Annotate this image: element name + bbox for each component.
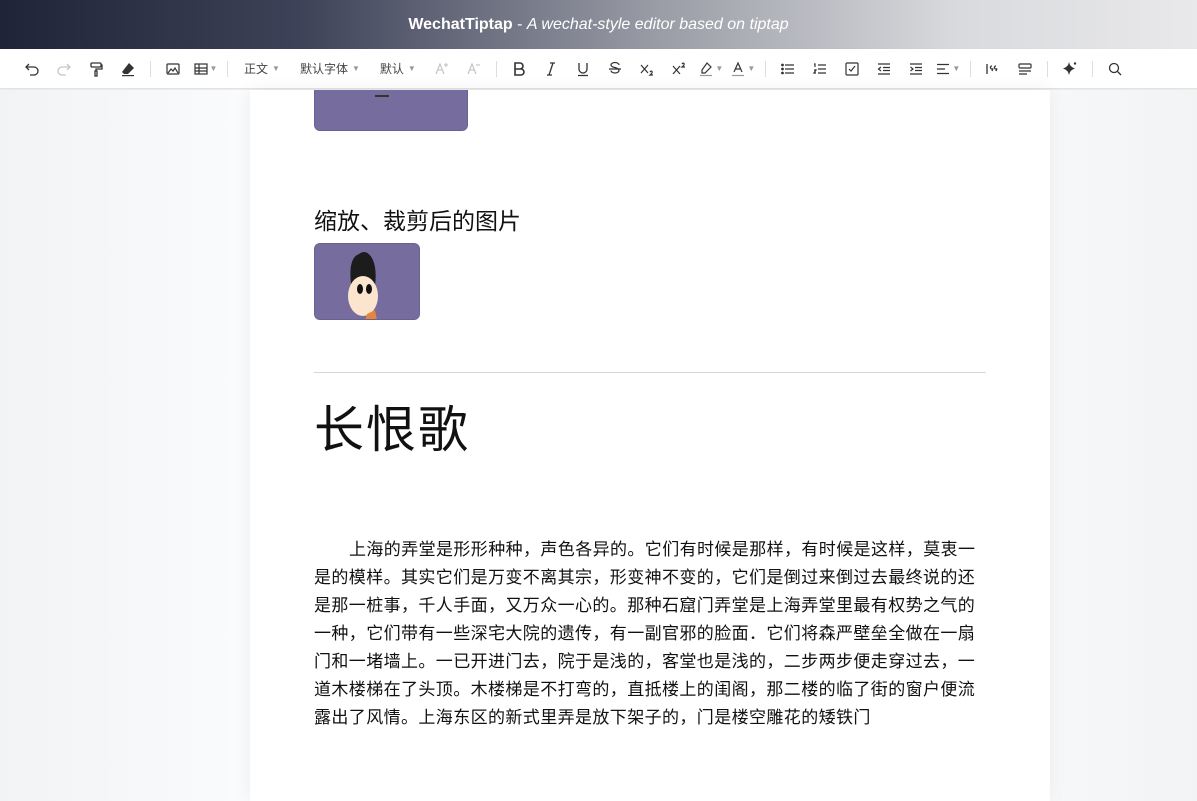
cropped-image[interactable]	[314, 243, 420, 320]
image-detail	[375, 91, 389, 97]
title-bar: WechatTiptap - A wechat-style editor bas…	[0, 0, 1197, 49]
paragraph-style-value: 正文	[244, 62, 269, 76]
blockquote-icon	[986, 63, 998, 74]
bullet-list-button[interactable]	[775, 56, 801, 82]
align-button[interactable]: ▼	[935, 56, 961, 82]
strikethrough-icon	[608, 61, 621, 74]
toolbar-divider	[1091, 60, 1093, 77]
font-size-select[interactable]: 默认 ▼	[376, 56, 420, 82]
ordered-list-button[interactable]	[807, 56, 833, 82]
insert-table-button[interactable]: ▼	[192, 56, 218, 82]
font-family-value: 默认字体	[299, 62, 348, 76]
search-button[interactable]	[1102, 56, 1128, 82]
highlight-icon	[700, 61, 713, 76]
underline-button[interactable]	[570, 56, 596, 82]
font-family-select[interactable]: 默认字体 ▼	[296, 56, 364, 82]
font-size-decrease-button[interactable]	[461, 56, 487, 82]
toolbar-divider	[1046, 60, 1048, 77]
underline-icon	[577, 62, 588, 76]
outdent-icon	[877, 62, 890, 75]
undo-icon	[25, 63, 39, 76]
subscript-icon	[640, 64, 653, 76]
heading-1: 长恨歌	[314, 401, 470, 459]
subscript-button[interactable]	[634, 56, 660, 82]
bullet-list-icon	[780, 63, 794, 74]
toolbar-divider	[969, 60, 971, 77]
chevron-down-icon: ▼	[407, 64, 416, 73]
redo-button[interactable]	[51, 56, 77, 82]
strikethrough-button[interactable]	[602, 56, 628, 82]
chevron-down-icon: ▼	[715, 64, 724, 73]
font-size-decrease-icon	[467, 61, 480, 74]
body-paragraph: 上海的弄堂是形形种种，声色各异的。它们有时候是那样，有时候是这样，莫衷一是的模样…	[314, 540, 976, 728]
horizontal-rule	[314, 372, 986, 373]
blockquote-button[interactable]	[980, 56, 1006, 82]
table-icon	[193, 62, 208, 75]
font-color-button[interactable]: ▼	[730, 56, 756, 82]
toolbar-divider	[150, 60, 151, 77]
italic-button[interactable]	[538, 56, 564, 82]
task-list-icon	[845, 61, 859, 76]
toolbar-divider	[764, 60, 766, 77]
insert-image-button[interactable]	[160, 56, 186, 82]
bold-icon	[514, 61, 525, 76]
task-list-button[interactable]	[839, 56, 865, 82]
editor-toolbar: ▼ 正文 ▼ 默认字体 ▼ 默认 ▼ ▼ ▼ ▼	[0, 49, 1197, 89]
format-painter-button[interactable]	[83, 56, 109, 82]
code-block-icon	[1018, 62, 1032, 75]
font-size-value: 默认	[379, 62, 404, 76]
superscript-icon	[672, 62, 685, 74]
chevron-down-icon: ▼	[272, 64, 280, 73]
outdent-button[interactable]	[871, 56, 897, 82]
superscript-button[interactable]	[666, 56, 692, 82]
ai-sparkle-icon	[1062, 61, 1077, 75]
app-subtitle: A wechat-style editor based on tiptap	[526, 15, 789, 33]
format-painter-icon	[90, 61, 103, 77]
image-icon	[166, 62, 180, 75]
font-size-increase-icon	[435, 61, 448, 74]
code-block-button[interactable]	[1012, 56, 1038, 82]
search-icon	[1108, 62, 1122, 75]
chevron-down-icon: ▼	[209, 64, 218, 73]
image-caption: 缩放、裁剪后的图片	[314, 209, 521, 235]
font-size-increase-button[interactable]	[429, 56, 455, 82]
toolbar-divider	[495, 60, 497, 77]
bold-button[interactable]	[506, 56, 532, 82]
cartoon-character-image	[315, 244, 419, 319]
indent-icon	[909, 62, 922, 75]
app-name: WechatTiptap	[408, 15, 513, 33]
indent-button[interactable]	[903, 56, 929, 82]
redo-icon	[57, 63, 71, 76]
document-image[interactable]	[314, 90, 468, 131]
window-title: WechatTiptap - A wechat-style editor bas…	[408, 16, 788, 34]
eraser-icon	[122, 62, 134, 76]
italic-icon	[546, 61, 555, 76]
paragraph-style-select[interactable]: 正文 ▼	[240, 56, 284, 82]
clear-format-button[interactable]	[115, 56, 141, 82]
chevron-down-icon: ▼	[952, 64, 961, 73]
ordered-list-icon	[812, 62, 826, 74]
ai-assistant-button[interactable]	[1057, 56, 1083, 82]
align-icon	[937, 63, 950, 74]
undo-button[interactable]	[19, 56, 45, 82]
font-color-icon	[732, 61, 745, 76]
toolbar-divider	[227, 60, 228, 77]
highlight-button[interactable]: ▼	[698, 56, 724, 82]
document-page[interactable]: 缩放、裁剪后的图片 长恨歌 上海的弄堂是形形种种，声色各异的。它们有时候是那样，…	[250, 90, 1050, 801]
chevron-down-icon: ▼	[747, 64, 756, 73]
title-separator: -	[512, 15, 527, 33]
chevron-down-icon: ▼	[351, 64, 360, 73]
